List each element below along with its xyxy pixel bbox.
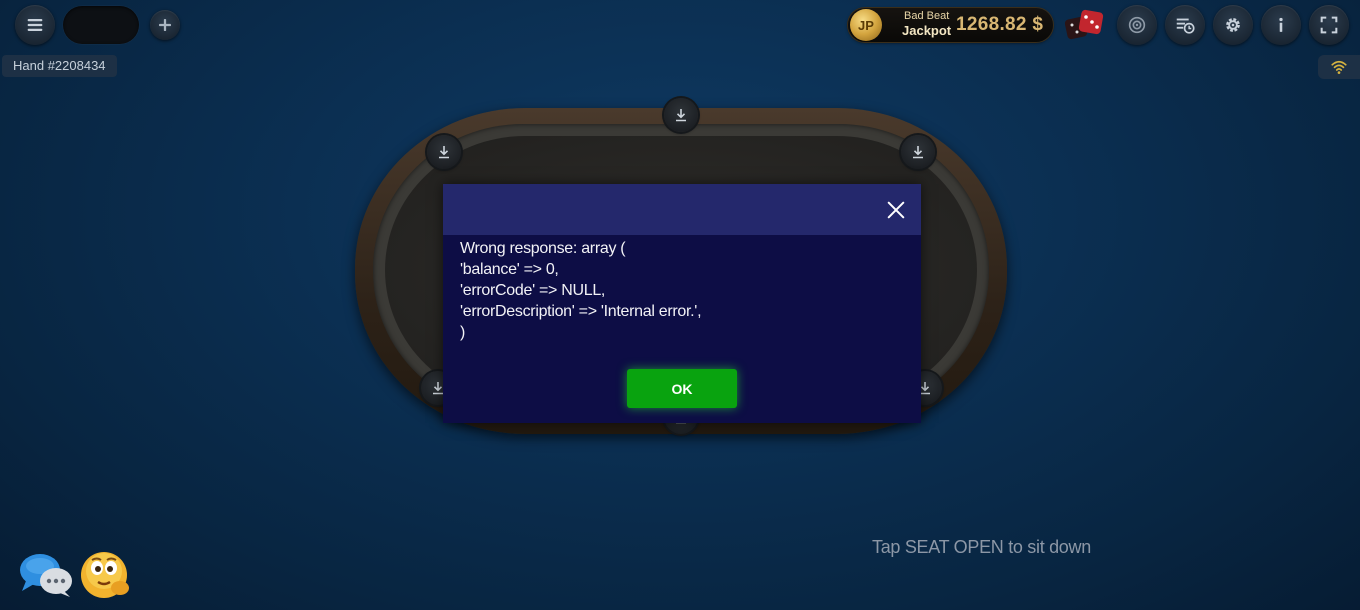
target-icon — [1128, 16, 1146, 34]
hand-history-icon — [1176, 18, 1195, 34]
jackpot-title-line1: Bad Beat — [904, 10, 950, 22]
hand-number-label: Hand #2208434 — [2, 55, 117, 77]
error-line: 'balance' => 0, — [460, 261, 559, 278]
wifi-icon — [1331, 60, 1347, 74]
menu-button[interactable] — [15, 5, 55, 45]
jackpot-amount: 1268.82 $ — [956, 14, 1044, 35]
settings-button[interactable] — [1213, 5, 1253, 45]
target-button[interactable] — [1117, 5, 1157, 45]
fullscreen-button[interactable] — [1309, 5, 1349, 45]
jackpot-coin-icon: JP — [850, 9, 882, 41]
ok-button[interactable]: OK — [627, 369, 737, 408]
table-tab-pill[interactable] — [63, 6, 139, 44]
fullscreen-icon — [1320, 16, 1338, 34]
thinking-emoji-icon — [81, 552, 129, 598]
info-button[interactable] — [1261, 5, 1301, 45]
seat-top-left[interactable] — [427, 135, 461, 169]
sit-down-arrow-icon — [913, 146, 923, 159]
hand-history-button[interactable] — [1165, 5, 1205, 45]
error-line: ) — [460, 324, 466, 341]
add-table-button[interactable] — [150, 10, 180, 40]
menu-icon — [27, 19, 43, 31]
jackpot-title-line2: Jackpot — [902, 23, 952, 38]
add-icon — [159, 19, 171, 31]
close-icon — [887, 201, 905, 219]
gear-icon — [1226, 18, 1240, 32]
error-message: Wrong response: array ( 'balance' => 0, … — [460, 238, 900, 343]
error-line: 'errorDescription' => 'Internal error.', — [460, 303, 702, 320]
dice-button[interactable] — [1064, 8, 1106, 44]
sit-down-arrow-icon — [676, 109, 686, 122]
dice-icon — [1064, 9, 1104, 40]
seat-top[interactable] — [664, 98, 698, 132]
emoji-button[interactable] — [78, 550, 132, 600]
chat-bubbles-icon — [20, 554, 72, 597]
seat-top-right[interactable] — [901, 135, 935, 169]
error-dialog: Wrong response: array ( 'balance' => 0, … — [443, 184, 921, 423]
dialog-header — [443, 184, 921, 235]
dialog-close-button[interactable] — [885, 199, 907, 221]
chat-button[interactable] — [18, 551, 74, 599]
info-icon — [1279, 17, 1283, 32]
error-line: 'errorCode' => NULL, — [460, 282, 606, 299]
jackpot-badge: JP — [858, 17, 874, 33]
connection-indicator — [1318, 55, 1360, 79]
bad-beat-jackpot[interactable]: JP Bad Beat Jackpot 1268.82 $ — [848, 8, 1053, 42]
sit-down-hint: Tap SEAT OPEN to sit down — [872, 537, 1091, 557]
error-line: Wrong response: array ( — [460, 240, 626, 257]
sit-down-arrow-icon — [439, 146, 449, 159]
